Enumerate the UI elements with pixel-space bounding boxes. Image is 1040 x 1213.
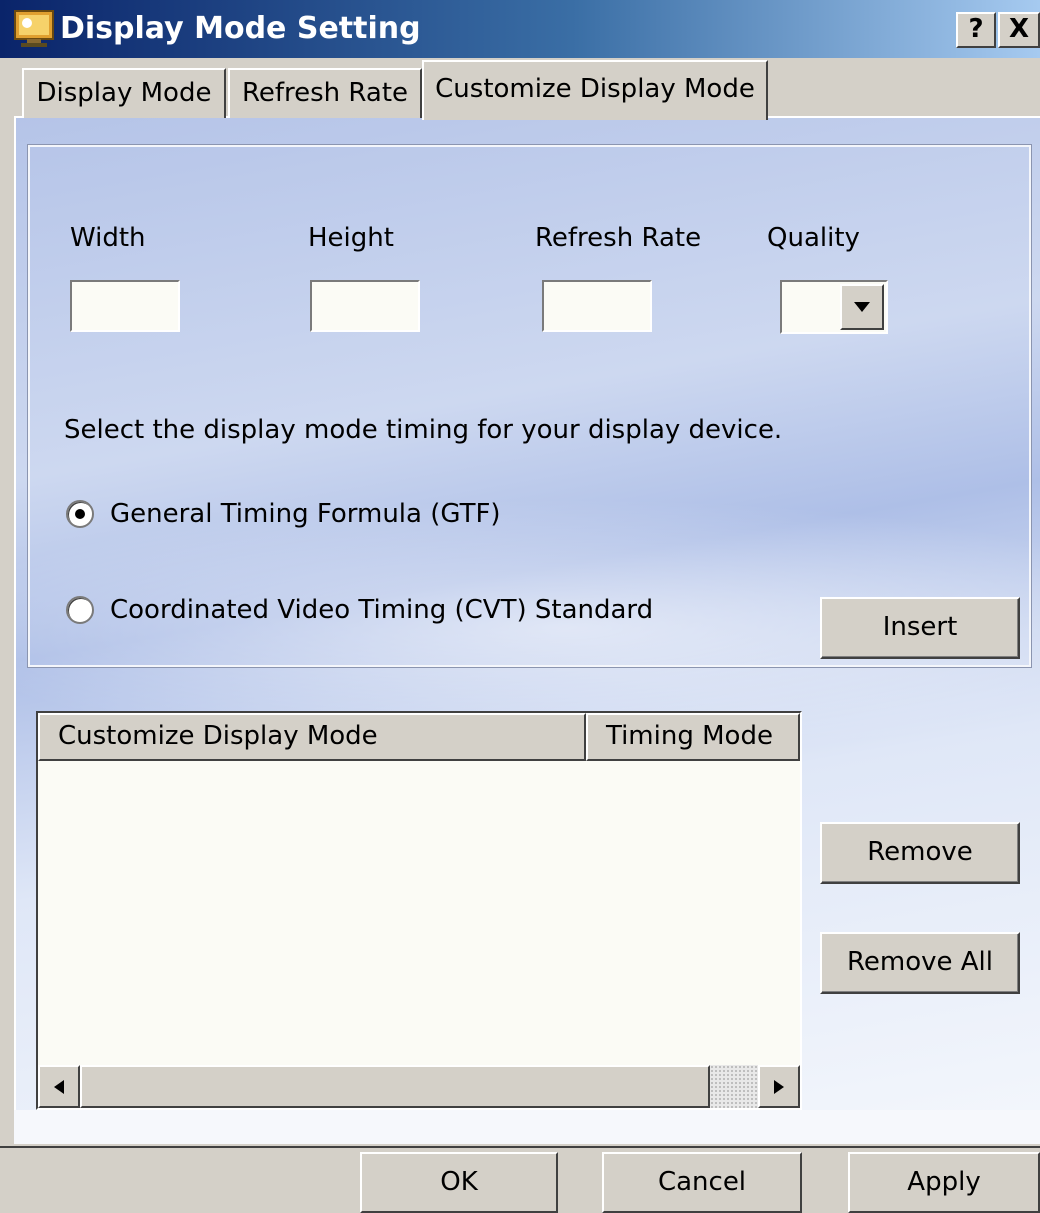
- remove-button[interactable]: Remove: [820, 822, 1020, 884]
- width-input[interactable]: [70, 280, 180, 332]
- quality-select[interactable]: [780, 280, 888, 334]
- custom-modes-list[interactable]: Customize Display Mode Timing Mode: [36, 711, 802, 1110]
- cancel-button[interactable]: Cancel: [602, 1152, 802, 1213]
- chevron-down-icon: [854, 302, 870, 312]
- tab-customize-display-mode[interactable]: Customize Display Mode: [422, 60, 768, 120]
- monitor-icon: [14, 10, 54, 48]
- width-label: Width: [70, 223, 146, 253]
- refresh-rate-label: Refresh Rate: [535, 223, 702, 253]
- scroll-thumb[interactable]: [80, 1065, 710, 1108]
- scroll-track[interactable]: [710, 1065, 758, 1108]
- insert-button[interactable]: Insert: [820, 597, 1020, 659]
- scroll-left-button[interactable]: [38, 1065, 80, 1108]
- radio-gtf[interactable]: [66, 500, 94, 528]
- settings-group-box: [27, 144, 1032, 668]
- radio-gtf-label[interactable]: General Timing Formula (GTF): [110, 498, 501, 530]
- height-label: Height: [308, 223, 394, 253]
- apply-button[interactable]: Apply: [848, 1152, 1040, 1213]
- timing-prompt: Select the display mode timing for your …: [64, 415, 783, 445]
- panel-bottom-strip: [14, 1110, 1040, 1144]
- refresh-rate-input[interactable]: [542, 280, 652, 332]
- remove-all-button[interactable]: Remove All: [820, 932, 1020, 994]
- arrow-right-icon: [774, 1080, 784, 1094]
- radio-selected-dot: [75, 509, 85, 519]
- window-title: Display Mode Setting: [60, 11, 421, 46]
- horizontal-scrollbar[interactable]: [38, 1065, 800, 1108]
- quality-dropdown-button[interactable]: [840, 284, 884, 330]
- column-header-customize-display-mode[interactable]: Customize Display Mode: [38, 713, 586, 761]
- height-input[interactable]: [310, 280, 420, 332]
- arrow-left-icon: [54, 1080, 64, 1094]
- radio-cvt[interactable]: [66, 596, 94, 624]
- ok-button[interactable]: OK: [360, 1152, 558, 1213]
- column-header-timing-mode[interactable]: Timing Mode: [586, 713, 800, 761]
- tab-refresh-rate[interactable]: Refresh Rate: [228, 68, 422, 118]
- radio-cvt-label[interactable]: Coordinated Video Timing (CVT) Standard: [110, 594, 653, 626]
- help-button[interactable]: ?: [956, 12, 996, 48]
- close-button[interactable]: X: [998, 12, 1040, 48]
- tab-display-mode[interactable]: Display Mode: [22, 68, 226, 118]
- quality-label: Quality: [767, 223, 860, 253]
- scroll-right-button[interactable]: [758, 1065, 800, 1108]
